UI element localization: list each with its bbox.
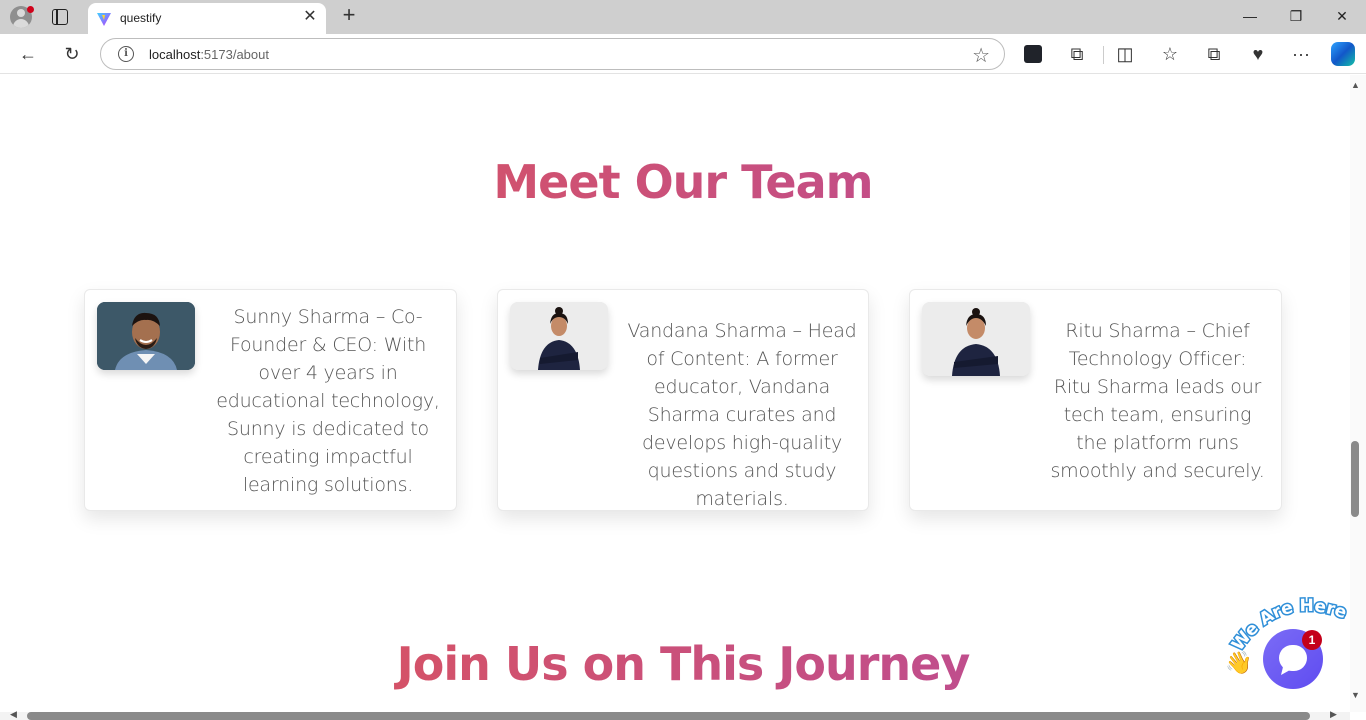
toolbar-divider	[1103, 46, 1104, 64]
split-screen-icon[interactable]: ◫	[1113, 42, 1137, 66]
vertical-scrollbar[interactable]	[1350, 75, 1366, 712]
tab-questify[interactable]: questify ✕	[88, 3, 326, 34]
favorites-icon[interactable]: ☆	[1158, 42, 1182, 66]
member-description: Ritu Sharma – Chief Technology Officer: …	[1050, 320, 1265, 482]
vite-favicon-icon	[97, 13, 111, 26]
member-photo	[97, 302, 195, 370]
browser-toolbar: ← ↻ i localhost:5173/about ☆ ⧉ ◫ ☆ ⧉ ♥ ·…	[0, 34, 1366, 74]
meet-team-heading: Meet Our Team	[0, 155, 1350, 209]
site-info-icon[interactable]: i	[118, 46, 134, 62]
team-card: Sunny Sharma – Co-Founder & CEO: With ov…	[84, 289, 457, 511]
wave-icon: 👋	[1225, 650, 1253, 675]
new-tab-button[interactable]: +	[338, 4, 360, 27]
copilot-icon[interactable]	[1331, 42, 1355, 66]
restore-button[interactable]: ❐	[1286, 6, 1306, 26]
member-description: Vandana Sharma – Head of Content: A form…	[627, 320, 857, 510]
member-description: Sunny Sharma – Co-Founder & CEO: With ov…	[216, 306, 440, 496]
url-text[interactable]: localhost:5173/about	[149, 47, 269, 62]
url-path: :5173/about	[200, 47, 269, 62]
join-journey-heading: Join Us on This Journey	[0, 637, 1350, 691]
back-button[interactable]: ←	[16, 42, 40, 66]
chat-bubble-icon	[1279, 645, 1307, 675]
scroll-left-arrow-icon[interactable]: ◀	[10, 709, 17, 720]
scroll-right-arrow-icon[interactable]: ▶	[1330, 709, 1337, 720]
horizontal-scroll-thumb[interactable]	[27, 712, 1310, 720]
team-card: Ritu Sharma – Chief Technology Officer: …	[909, 289, 1282, 511]
address-bar[interactable]: i localhost:5173/about ☆	[100, 38, 1005, 70]
close-tab-icon[interactable]: ✕	[302, 8, 318, 26]
more-menu-icon[interactable]: ···	[1289, 42, 1313, 66]
url-host: localhost	[149, 47, 201, 62]
tab-actions-icon[interactable]	[52, 9, 68, 25]
browser-essentials-icon[interactable]: ♥	[1246, 42, 1270, 66]
close-window-button[interactable]: ✕	[1332, 6, 1352, 26]
team-card: Vandana Sharma – Head of Content: A form…	[497, 289, 869, 511]
react-devtools-icon[interactable]	[1024, 45, 1042, 63]
scroll-down-arrow-icon[interactable]: ▼	[1351, 690, 1360, 700]
minimize-button[interactable]: —	[1240, 6, 1260, 26]
tab-bar: questify ✕ + — ❐ ✕	[0, 0, 1366, 34]
scroll-up-arrow-icon[interactable]: ▲	[1351, 80, 1360, 90]
chat-unread-badge: 1	[1302, 630, 1322, 650]
profile-notification-dot	[27, 6, 34, 13]
vertical-scroll-thumb[interactable]	[1351, 441, 1359, 517]
member-photo	[922, 302, 1030, 376]
tab-title: questify	[120, 11, 162, 25]
member-photo	[510, 302, 608, 370]
favorite-star-icon[interactable]: ☆	[972, 43, 990, 68]
collections-icon[interactable]: ⧉	[1202, 42, 1226, 66]
reload-button[interactable]: ↻	[60, 42, 84, 66]
page-content: Meet Our Team Sunny Sharma – Co-Founder …	[0, 75, 1350, 720]
extensions-icon[interactable]: ⧉	[1065, 42, 1089, 66]
